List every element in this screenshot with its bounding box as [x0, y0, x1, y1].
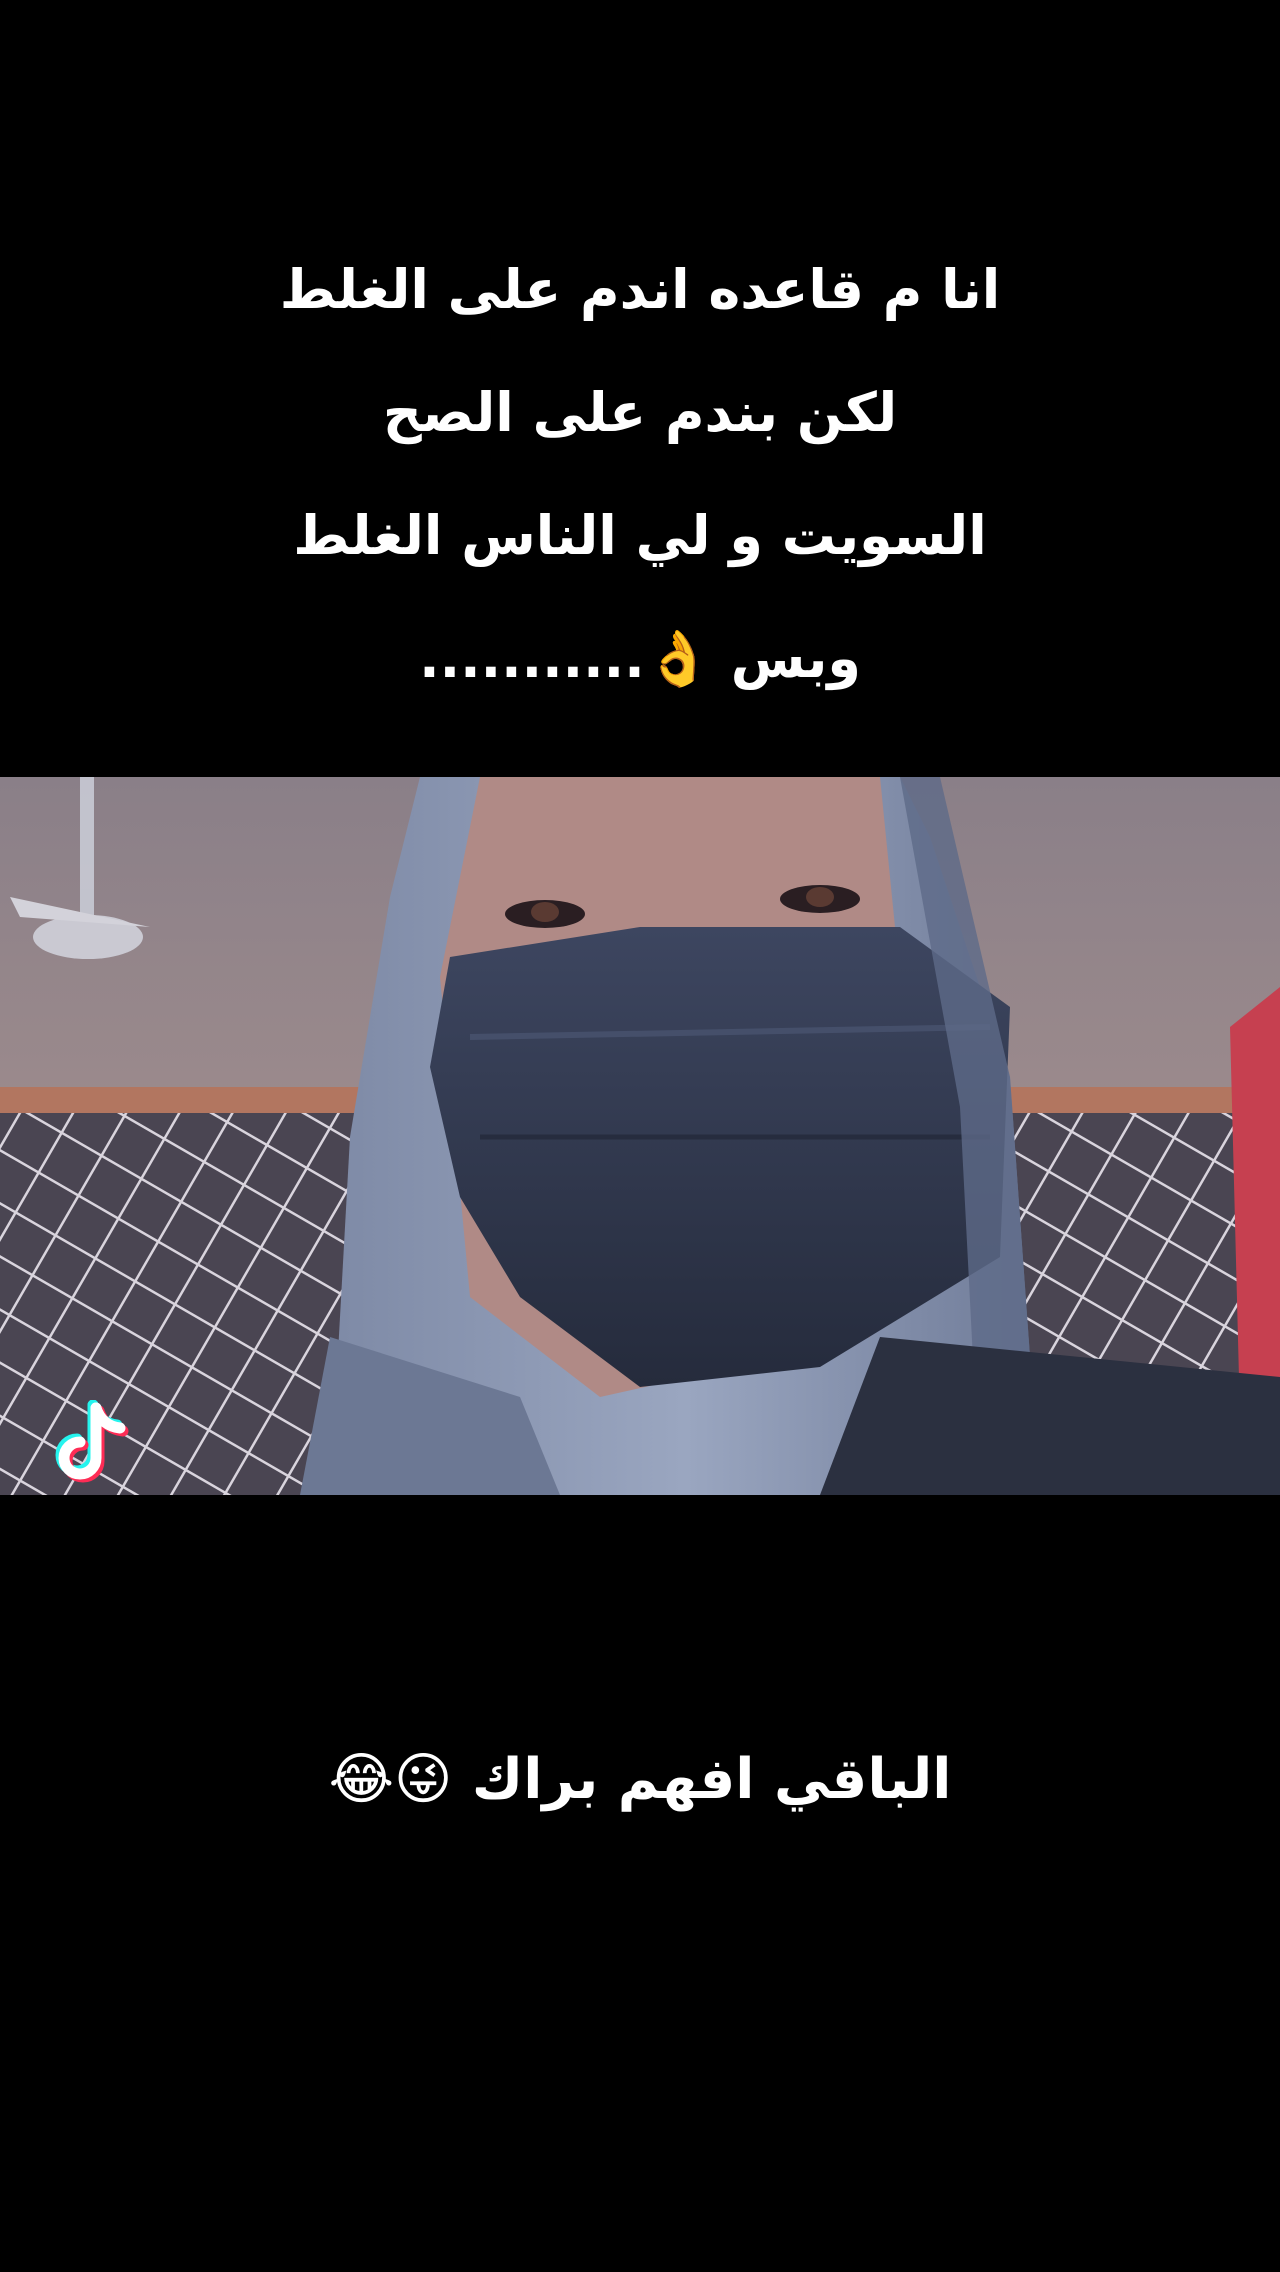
caption-line-1: انا م قاعده اندم على الغلط [279, 258, 1001, 321]
tiktok-logo-svg [55, 1399, 129, 1483]
top-caption: انا م قاعده اندم على الغلط لكن بندم على … [0, 228, 1280, 720]
tiktok-logo-icon[interactable] [50, 1399, 136, 1490]
bottom-caption: الباقي افهم براك 😜😂 [328, 1747, 952, 1812]
caption-line-4: وبس 👌........... [419, 627, 861, 690]
video-frame[interactable] [0, 777, 1280, 1495]
person-photo [0, 777, 1280, 1495]
caption-line-2: لكن بندم على الصح [382, 381, 898, 444]
caption-line-3: السويت و لي الناس الغلط [293, 504, 987, 567]
